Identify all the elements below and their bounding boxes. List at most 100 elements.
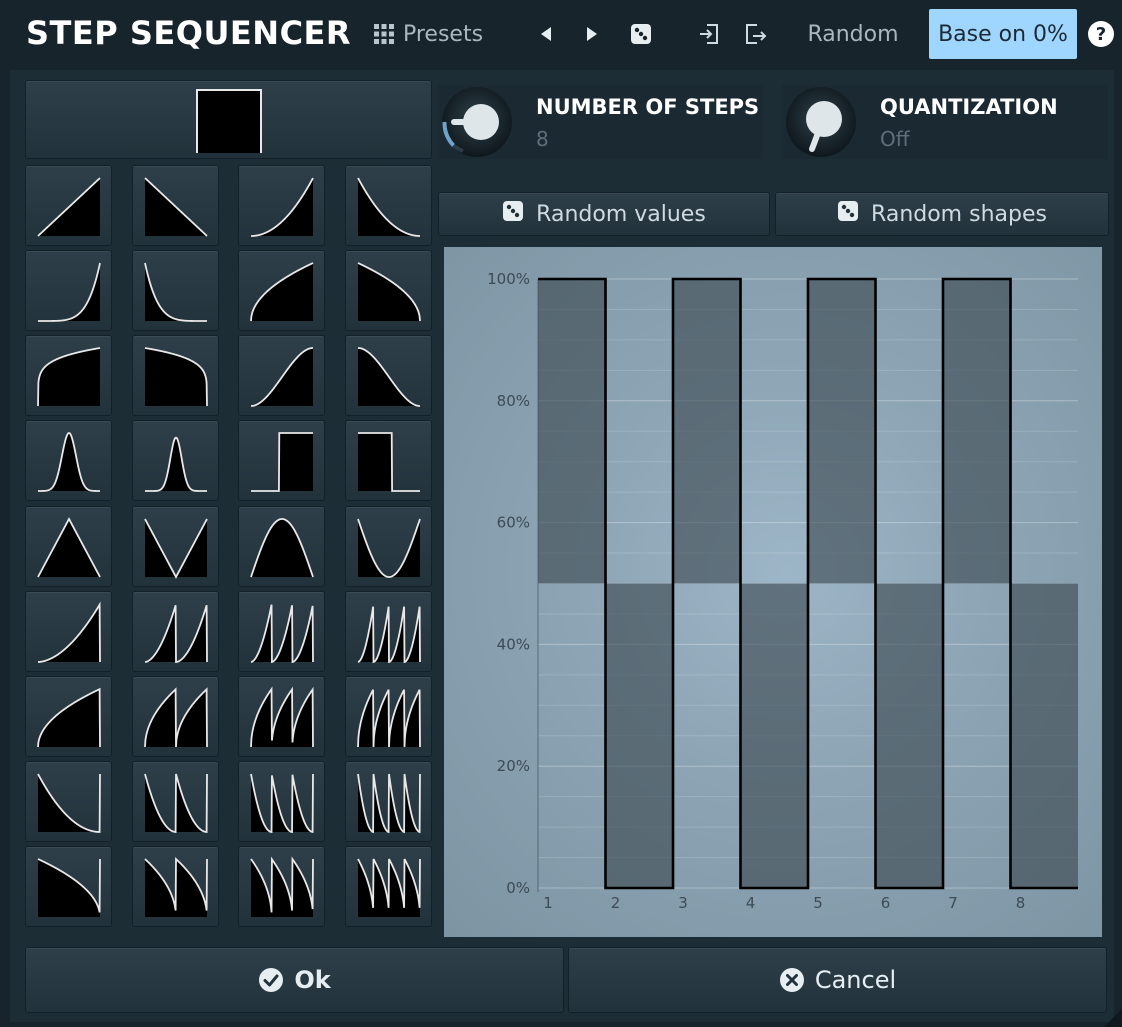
steep-exp-up-shape-icon (38, 262, 101, 322)
decay-1-shape-icon (37, 773, 101, 833)
step-bar (943, 279, 1011, 584)
pulse-down-shape-icon (358, 432, 420, 492)
shape-button-s-up[interactable] (238, 335, 325, 416)
x-tick-label: 1 (543, 894, 553, 912)
shape-button-saw-1[interactable] (25, 591, 112, 672)
narrow-bell-shape-icon (145, 436, 207, 492)
random-shapes-label: Random shapes (871, 201, 1047, 227)
shape-button-decay-2[interactable] (132, 761, 219, 842)
shape-button-saw-3[interactable] (238, 591, 325, 672)
shape-button-narrow-bell[interactable] (132, 420, 219, 501)
triangle-right-icon (586, 26, 598, 42)
shape-button-log-down[interactable] (345, 250, 432, 331)
shape-button-rdecay-3[interactable] (238, 846, 325, 927)
valley-shape-icon (357, 518, 421, 578)
export-button[interactable] (736, 9, 774, 59)
shape-button-exp-down[interactable] (345, 165, 432, 246)
import-icon (697, 22, 721, 46)
shape-button-arc-4[interactable] (345, 676, 432, 757)
shape-button-ramp-up[interactable] (25, 165, 112, 246)
shape-button-saw-4[interactable] (345, 591, 432, 672)
decay-2-shape-icon (144, 773, 208, 833)
base-on-zero-button[interactable]: Base on 0% (929, 9, 1077, 59)
number-of-steps-knob[interactable] (440, 85, 514, 159)
shape-button-hill[interactable] (238, 506, 325, 587)
shape-button-log-up[interactable] (238, 250, 325, 331)
step-graph-canvas[interactable]: 0% 20% 40% 60% 80% 100% 1 2 3 4 5 6 7 8 (444, 247, 1102, 937)
ramp-down-shape-icon (144, 177, 208, 237)
shape-button-v[interactable] (132, 506, 219, 587)
shape-button-rdecay-1[interactable] (25, 846, 112, 927)
export-icon (743, 22, 767, 46)
x-tick-label: 7 (948, 894, 958, 912)
presets-button[interactable]: Presets (366, 9, 490, 59)
rdecay-4-shape-icon (357, 858, 421, 917)
saw-1-shape-icon (37, 601, 101, 663)
saw-4-shape-icon (357, 606, 421, 664)
shape-button-rdecay-2[interactable] (132, 846, 219, 927)
step-bar (808, 279, 876, 584)
quantization-value: Off (880, 127, 910, 151)
random-values-button[interactable]: Random values (438, 192, 770, 236)
round-up-shape-icon (37, 347, 101, 407)
cancel-button[interactable]: Cancel (568, 947, 1107, 1013)
random-button[interactable]: Random (798, 9, 908, 59)
quantization-knob[interactable] (784, 85, 858, 159)
shape-button-decay-3[interactable] (238, 761, 325, 842)
next-preset-button[interactable] (576, 9, 608, 59)
presets-label: Presets (402, 21, 484, 47)
shape-button-decay-1[interactable] (25, 761, 112, 842)
bell-shape-icon (38, 432, 100, 492)
shape-button-steep-exp-down[interactable] (132, 250, 219, 331)
step-bar (1010, 583, 1078, 888)
app-title: STEP SEQUENCER (26, 14, 352, 52)
step-graph[interactable]: 0% 20% 40% 60% 80% 100% 1 2 3 4 5 6 7 8 (444, 247, 1102, 937)
resize-grip[interactable] (1104, 1009, 1122, 1027)
shape-button-steep-exp-up[interactable] (25, 250, 112, 331)
shape-button-decay-4[interactable] (345, 761, 432, 842)
x-tick-label: 5 (813, 894, 823, 912)
shape-button-round-up[interactable] (25, 335, 112, 416)
step-bar (875, 583, 943, 888)
shape-button-ramp-down[interactable] (132, 165, 219, 246)
shape-button-saw-2[interactable] (132, 591, 219, 672)
log-up-shape-icon (250, 262, 314, 322)
shape-button-arc-1[interactable] (25, 676, 112, 757)
import-button[interactable] (690, 9, 728, 59)
dice-icon (837, 200, 859, 228)
ok-button[interactable]: Ok (25, 947, 564, 1013)
step-bar (538, 279, 606, 584)
shape-button-rdecay-4[interactable] (345, 846, 432, 927)
s-up-shape-icon (250, 347, 314, 407)
checkmark-icon (258, 967, 284, 993)
x-tick-label: 6 (881, 894, 891, 912)
shape-button-pulse-up[interactable] (238, 420, 325, 501)
x-tick-label: 3 (678, 894, 688, 912)
shape-button-round-down[interactable] (132, 335, 219, 416)
x-tick-label: 4 (746, 894, 756, 912)
shape-button-s-down[interactable] (345, 335, 432, 416)
number-of-steps-title: NUMBER OF STEPS (536, 95, 760, 119)
exp-down-shape-icon (357, 177, 420, 237)
title-bar: STEP SEQUENCER Presets Random Base on 0%… (0, 0, 1122, 70)
shape-button-exp-up[interactable] (238, 165, 325, 246)
shape-button-square[interactable] (25, 80, 432, 159)
shape-button-triangle[interactable] (25, 506, 112, 587)
random-shapes-button[interactable]: Random shapes (775, 192, 1109, 236)
shape-button-arc-2[interactable] (132, 676, 219, 757)
square-wave-icon (196, 89, 262, 153)
close-icon (779, 967, 805, 993)
random-preset-button[interactable] (622, 9, 660, 59)
y-tick-label: 40% (497, 635, 530, 653)
shape-button-pulse-down[interactable] (345, 420, 432, 501)
arc-3-shape-icon (250, 686, 314, 748)
sequencer-panel: NUMBER OF STEPS 8 QUANTIZATION Off Rando… (10, 70, 1114, 1022)
y-tick-label: 100% (487, 270, 530, 288)
help-button[interactable]: ? (1088, 21, 1114, 47)
shape-button-bell[interactable] (25, 420, 112, 501)
previous-preset-button[interactable] (530, 9, 562, 59)
shape-button-valley[interactable] (345, 506, 432, 587)
exp-up-shape-icon (251, 177, 314, 237)
shape-button-arc-3[interactable] (238, 676, 325, 757)
triangle-left-icon (540, 26, 552, 42)
